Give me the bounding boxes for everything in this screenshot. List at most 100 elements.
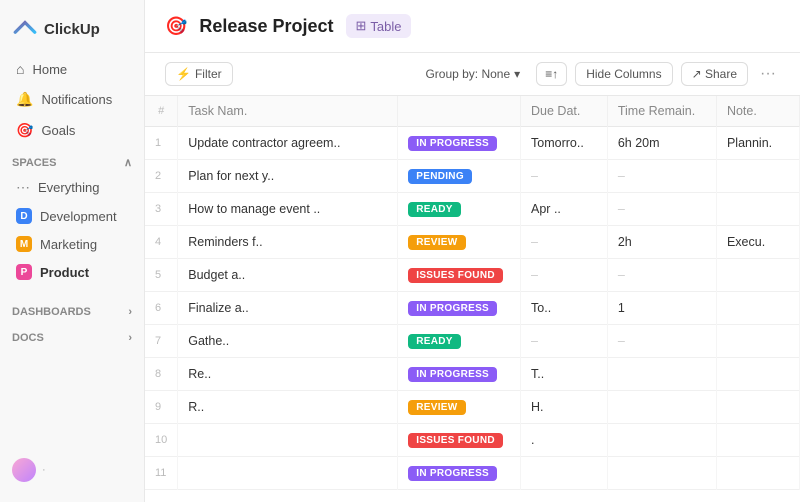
row-due-date: To.. — [521, 292, 608, 325]
more-options-button[interactable]: ··· — [756, 61, 780, 87]
row-num: 7 — [145, 325, 178, 358]
row-status: ISSUES FOUND — [398, 259, 521, 292]
everything-label: Everything — [38, 180, 99, 195]
row-time-remaining: – — [607, 193, 716, 226]
filter-icon: ⚡ — [176, 67, 191, 81]
dashboards-expand-icon[interactable]: › — [128, 306, 132, 318]
clickup-logo-icon — [12, 16, 38, 42]
sidebar-item-home[interactable]: ⌂ Home — [4, 55, 140, 83]
row-num: 8 — [145, 358, 178, 391]
docs-section-header: Docs › — [0, 322, 144, 348]
row-num: 11 — [145, 457, 178, 490]
ellipsis-icon: ··· — [760, 65, 776, 82]
notifications-label: Notifications — [41, 92, 112, 107]
row-status: PENDING — [398, 160, 521, 193]
row-task-name[interactable]: Finalize a.. — [178, 292, 398, 325]
row-num: 9 — [145, 391, 178, 424]
row-num: 6 — [145, 292, 178, 325]
table-row[interactable]: 5Budget a..ISSUES FOUND–– — [145, 259, 800, 292]
marketing-label: Marketing — [40, 237, 97, 252]
row-status: ISSUES FOUND — [398, 424, 521, 457]
docs-expand-icon[interactable]: › — [128, 332, 132, 344]
goals-label: Goals — [41, 123, 75, 138]
row-num: 2 — [145, 160, 178, 193]
row-task-name[interactable] — [178, 457, 398, 490]
table-icon: ⊞ — [356, 18, 367, 34]
dashboards-section-header: Dashboards › — [0, 296, 144, 322]
row-time-remaining — [607, 424, 716, 457]
row-task-name[interactable]: Update contractor agreem.. — [178, 127, 398, 160]
row-task-name[interactable]: Plan for next y.. — [178, 160, 398, 193]
app-name: ClickUp — [44, 21, 100, 38]
row-due-date: H. — [521, 391, 608, 424]
user-avatar-area[interactable]: · — [12, 458, 132, 482]
sidebar-item-development[interactable]: D Development — [4, 203, 140, 229]
row-num: 4 — [145, 226, 178, 259]
row-task-name[interactable] — [178, 424, 398, 457]
row-time-remaining — [607, 391, 716, 424]
row-notes — [716, 292, 799, 325]
table-row[interactable]: 7Gathe..READY–– — [145, 325, 800, 358]
table-row[interactable]: 9R..REVIEWH. — [145, 391, 800, 424]
row-due-date: Apr .. — [521, 193, 608, 226]
status-badge: READY — [408, 202, 461, 217]
status-badge: IN PROGRESS — [408, 466, 497, 481]
table-row[interactable]: 11 IN PROGRESS — [145, 457, 800, 490]
filter-button[interactable]: ⚡ Filter — [165, 62, 233, 86]
row-task-name[interactable]: Re.. — [178, 358, 398, 391]
status-badge: READY — [408, 334, 461, 349]
row-due-date: T.. — [521, 358, 608, 391]
spaces-collapse-icon[interactable]: ∧ — [124, 156, 132, 169]
row-task-name[interactable]: Budget a.. — [178, 259, 398, 292]
row-status: REVIEW — [398, 391, 521, 424]
row-time-remaining — [607, 358, 716, 391]
table-view-button[interactable]: ⊞ Table — [346, 14, 412, 38]
row-due-date: – — [521, 226, 608, 259]
everything-icon: ⋯ — [16, 179, 30, 196]
view-label: Table — [370, 19, 401, 34]
group-by-button[interactable]: Group by: None ▾ — [417, 63, 528, 85]
filter-label: Filter — [195, 67, 222, 81]
table-row[interactable]: 10ISSUES FOUND. — [145, 424, 800, 457]
row-time-remaining: 1 — [607, 292, 716, 325]
table-row[interactable]: 1Update contractor agreem..IN PROGRESSTo… — [145, 127, 800, 160]
row-task-name[interactable]: Reminders f.. — [178, 226, 398, 259]
table-row[interactable]: 2Plan for next y..PENDING–– — [145, 160, 800, 193]
toolbar: ⚡ Filter Group by: None ▾ ≡↑ Hide Column… — [145, 53, 800, 96]
row-task-name[interactable]: Gathe.. — [178, 325, 398, 358]
sidebar-item-notifications[interactable]: 🔔 Notifications — [4, 85, 140, 114]
hide-columns-button[interactable]: Hide Columns — [575, 62, 672, 86]
row-num: 5 — [145, 259, 178, 292]
row-time-remaining — [607, 457, 716, 490]
row-status: IN PROGRESS — [398, 457, 521, 490]
sidebar-item-marketing[interactable]: M Marketing — [4, 231, 140, 257]
row-due-date — [521, 457, 608, 490]
row-task-name[interactable]: R.. — [178, 391, 398, 424]
row-notes — [716, 160, 799, 193]
status-badge: PENDING — [408, 169, 472, 184]
product-icon: P — [16, 264, 32, 280]
status-badge: REVIEW — [408, 235, 465, 250]
row-notes — [716, 424, 799, 457]
table-row[interactable]: 3How to manage event ..READYApr ..– — [145, 193, 800, 226]
row-due-date: Tomorro.. — [521, 127, 608, 160]
table-row[interactable]: 6Finalize a.. IN PROGRESS To..1 — [145, 292, 800, 325]
row-num: 10 — [145, 424, 178, 457]
sidebar-item-everything[interactable]: ⋯ Everything — [4, 174, 140, 201]
row-due-date: – — [521, 259, 608, 292]
row-num: 1 — [145, 127, 178, 160]
table-row[interactable]: 4Reminders f..REVIEW–2hExecu. — [145, 226, 800, 259]
goals-icon: 🎯 — [16, 122, 33, 139]
sidebar-item-goals[interactable]: 🎯 Goals — [4, 116, 140, 145]
row-time-remaining: – — [607, 259, 716, 292]
status-badge: IN PROGRESS — [408, 301, 497, 316]
group-by-label: Group by: None — [425, 67, 510, 81]
sort-button[interactable]: ≡↑ — [536, 62, 567, 86]
table-row[interactable]: 8Re..IN PROGRESST.. — [145, 358, 800, 391]
sidebar-item-product[interactable]: P Product — [4, 259, 140, 285]
row-task-name[interactable]: How to manage event .. — [178, 193, 398, 226]
row-time-remaining: – — [607, 160, 716, 193]
share-button[interactable]: ↗ Share — [681, 62, 748, 86]
share-label: Share — [705, 67, 737, 81]
col-header-status — [398, 96, 521, 127]
